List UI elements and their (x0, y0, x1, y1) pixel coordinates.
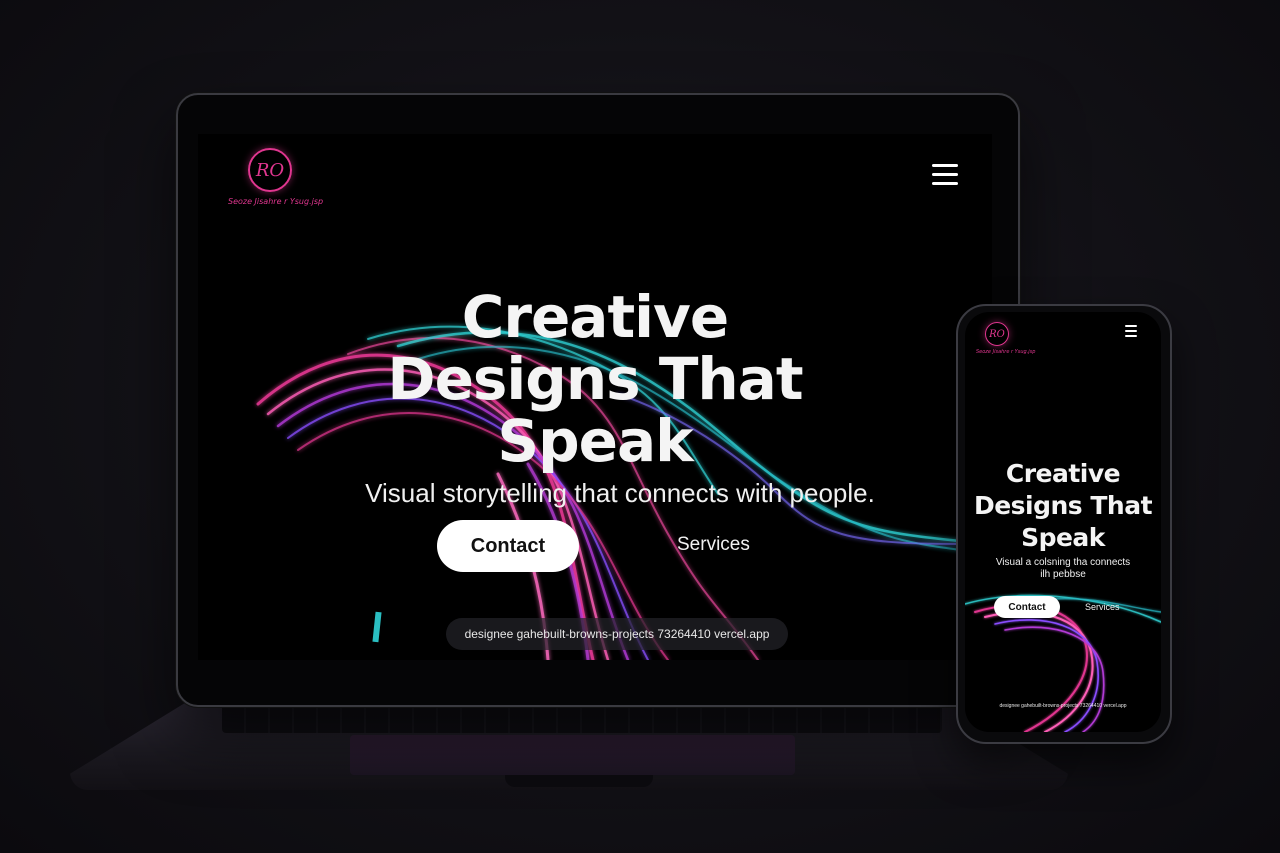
laptop-notch (505, 775, 653, 787)
services-link-mobile[interactable]: Services (1085, 602, 1120, 612)
brand-logo-mobile[interactable]: RO (985, 322, 1009, 346)
hamburger-menu-icon-mobile[interactable] (1125, 325, 1137, 337)
url-badge[interactable]: designee gahebuilt-browns-projects 73264… (446, 618, 788, 650)
contact-button[interactable]: Contact (437, 520, 579, 572)
hero-title-mobile: Creative Designs That Speak (965, 458, 1161, 554)
phone-screen: RO Seoze Jisahre r Ysug.jsp Creative Des… (965, 312, 1161, 732)
hero-title-line-1-mobile: Creative (1005, 459, 1121, 488)
laptop-trackpad (350, 735, 795, 775)
logo-tagline: Seoze Jisahre r Ysug.jsp (228, 197, 324, 206)
laptop-keyboard (222, 703, 942, 733)
hero-title: Creative Designs That Speak (295, 286, 895, 472)
hero-subtitle: Visual storytelling that connects with p… (365, 478, 875, 508)
url-badge-mobile[interactable]: designee gahebuilt-browns-projects 73264… (979, 700, 1147, 712)
services-link[interactable]: Services (677, 534, 750, 556)
hero-title-line-2-mobile: Designs That (973, 491, 1153, 520)
hero-subtitle-line-2-mobile: ilh pebbse (1040, 569, 1086, 580)
hero-subtitle-line-1-mobile: Visual a colsning tha connects (995, 557, 1131, 568)
hero-title-line-2: Designs That (387, 345, 803, 413)
logo-tagline-mobile: Seoze Jisahre r Ysug.jsp (976, 349, 1036, 355)
hero-title-line-3: Speak (497, 407, 693, 475)
hero-subtitle-mobile: Visual a colsning tha connects ilh pebbs… (965, 557, 1161, 581)
laptop-screen: RO Seoze Jisahre r Ysug.jsp Creative Des… (198, 134, 992, 660)
hamburger-menu-icon[interactable] (932, 164, 958, 185)
contact-button-mobile[interactable]: Contact (994, 596, 1060, 618)
hero-title-line-1: Creative (461, 283, 729, 351)
hero-title-line-3-mobile: Speak (1021, 523, 1105, 552)
logo-monogram: RO (255, 159, 285, 181)
logo-monogram-mobile: RO (989, 328, 1005, 340)
brand-logo[interactable]: RO (248, 148, 292, 192)
